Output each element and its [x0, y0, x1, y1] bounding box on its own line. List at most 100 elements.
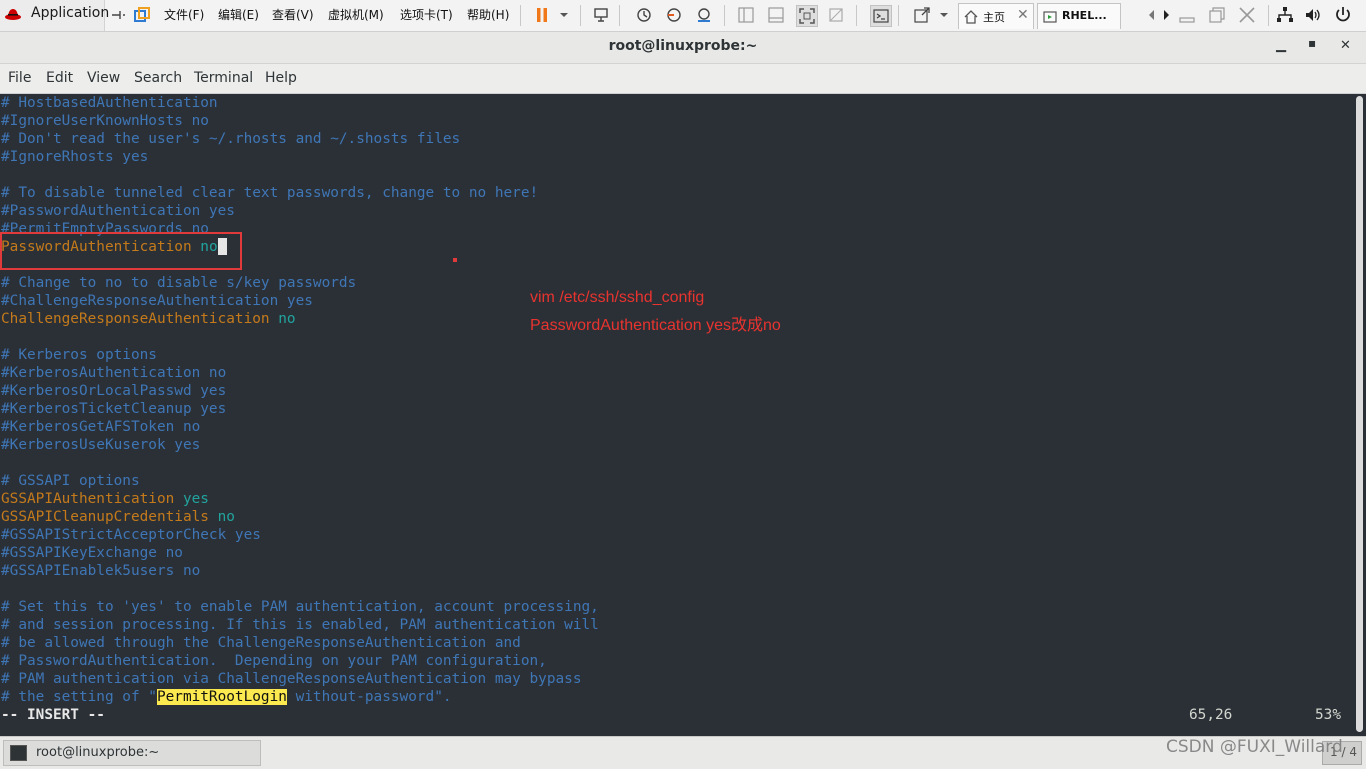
terminal-icon	[10, 745, 27, 761]
terminal-area[interactable]: # the setting of "PermitRootLogin withou…	[0, 94, 1354, 734]
comment-line: #KerberosTicketCleanup yes	[1, 401, 227, 417]
comment-line: #GSSAPIEnablek5users no	[1, 563, 201, 579]
vm-menu-file[interactable]: 文件(F)	[164, 6, 204, 23]
tab-rhel[interactable]: RHEL...	[1037, 3, 1121, 29]
thumbnail-view-icon[interactable]	[766, 5, 786, 25]
pin-icon[interactable]	[108, 5, 128, 25]
unity-mode-icon[interactable]	[826, 5, 846, 25]
full-screen-icon[interactable]	[796, 5, 818, 27]
comment-line: # HostbasedAuthentication	[1, 95, 218, 111]
separator	[619, 5, 620, 26]
comment-line: #PasswordAuthentication yes	[1, 203, 235, 219]
separator	[898, 5, 899, 26]
scrollbar-thumb[interactable]	[1356, 96, 1363, 732]
taskbar-item-label: root@linuxprobe:~	[36, 745, 160, 760]
vmware-logo-icon[interactable]	[132, 5, 152, 25]
window-title: root@linuxprobe:~	[608, 38, 758, 54]
sidebar-view-icon[interactable]	[736, 5, 756, 25]
comment-line: #ChallengeResponseAuthentication yes	[1, 293, 313, 309]
window-maximize-button[interactable]: ▪	[1308, 36, 1316, 50]
comment-line: # Don't read the user's ~/.rhosts and ~/…	[1, 131, 461, 147]
annotation-command: vim /etc/ssh/sshd_config	[530, 289, 705, 306]
comment-line: # PasswordAuthentication. Depending on y…	[1, 653, 547, 669]
comment-line: # be allowed through the ChallengeRespon…	[1, 635, 521, 651]
menu-view[interactable]: View	[87, 70, 120, 86]
volume-icon[interactable]	[1303, 5, 1323, 25]
comment-line: #GSSAPIStrictAcceptorCheck yes	[1, 527, 261, 543]
snapshot-manager-icon[interactable]	[694, 5, 714, 25]
vm-menu-vm[interactable]: 虚拟机(M)	[328, 6, 384, 23]
comment-line: #IgnoreUserKnownHosts no	[1, 113, 209, 129]
taskbar-item-terminal[interactable]: root@linuxprobe:~	[3, 740, 261, 766]
home-icon	[964, 9, 978, 28]
comment-text: without-password".	[286, 689, 452, 705]
revert-snapshot-icon[interactable]	[664, 5, 684, 25]
comment-line: # and session processing. If this is ena…	[1, 617, 599, 633]
config-value: no	[217, 509, 235, 525]
minimize-icon[interactable]	[1177, 5, 1197, 25]
vm-icon	[1043, 9, 1057, 28]
tab-home-label: 主页	[983, 11, 1005, 24]
window-titlebar[interactable]: root@linuxprobe:~ ▁ ▪ ✕	[0, 32, 1366, 64]
comment-line: #KerberosAuthentication no	[1, 365, 227, 381]
comment-line: # Set this to 'yes' to enable PAM authen…	[1, 599, 599, 615]
terminal-menubar: File Edit View Search Terminal Help	[0, 64, 1366, 94]
comment-line: # the setting of "PermitRootLogin withou…	[1, 688, 452, 706]
tab-home[interactable]: 主页 ✕	[958, 3, 1034, 29]
menu-edit[interactable]: Edit	[46, 70, 73, 86]
config-value: yes	[182, 491, 209, 507]
snapshot-icon[interactable]	[634, 5, 654, 25]
annotation-dot	[453, 258, 457, 262]
annotation-instruction: PasswordAuthentication yes改成no	[530, 317, 781, 334]
gnome-bottom-panel: root@linuxprobe:~ 1 / 4	[0, 736, 1366, 769]
comment-line: #GSSAPIKeyExchange no	[1, 545, 183, 561]
send-ctrl-alt-del-icon[interactable]	[591, 5, 611, 25]
menu-file[interactable]: File	[8, 70, 31, 86]
console-view-icon[interactable]	[870, 5, 892, 27]
tab-rhel-label: RHEL...	[1062, 9, 1107, 22]
chevron-down-icon[interactable]	[554, 5, 574, 25]
chevron-down-icon[interactable]	[934, 5, 954, 25]
vm-menu-help[interactable]: 帮助(H)	[467, 6, 509, 23]
comment-line: #IgnoreRhosts yes	[1, 149, 149, 165]
network-icon[interactable]	[1275, 5, 1295, 25]
stretch-guest-icon[interactable]	[912, 5, 932, 25]
menu-search[interactable]: Search	[134, 70, 182, 86]
restore-icon[interactable]	[1207, 5, 1227, 25]
scroll-percent: 53%	[1315, 707, 1341, 723]
vm-menu-edit[interactable]: 编辑(E)	[218, 6, 259, 23]
separator	[856, 5, 857, 26]
close-icon[interactable]: ✕	[1017, 7, 1029, 23]
applications-label: Application	[31, 5, 110, 21]
window-minimize-button[interactable]: ▁	[1276, 38, 1286, 53]
cursor-position: 65,26	[1189, 707, 1233, 723]
comment-line: #KerberosUseKuserok yes	[1, 437, 201, 453]
menu-terminal[interactable]: Terminal	[194, 70, 253, 86]
pause-icon[interactable]	[532, 5, 552, 25]
comment-line: # GSSAPI options	[1, 473, 140, 489]
vm-toolbar: 文件(F) 编辑(E) 查看(V) 虚拟机(M) 选项卡(T) 帮助(H) 主页…	[106, 0, 1366, 31]
red-hat-logo-icon	[5, 9, 21, 20]
menu-help[interactable]: Help	[265, 70, 297, 86]
comment-line: #KerberosOrLocalPasswd yes	[1, 383, 227, 399]
window-close-button[interactable]: ✕	[1340, 38, 1351, 53]
config-key: GSSAPICleanupCredentials	[1, 509, 209, 525]
search-highlight: PermitRootLogin	[156, 689, 287, 705]
highlight-box	[0, 232, 242, 270]
vm-menu-tabs[interactable]: 选项卡(T)	[400, 6, 453, 23]
separator	[724, 5, 725, 26]
separator	[520, 5, 521, 26]
separator	[580, 5, 581, 26]
comment-line: # To disable tunneled clear text passwor…	[1, 185, 539, 201]
applications-menu-button[interactable]: Application	[0, 0, 109, 31]
config-line: GSSAPIAuthentication yes	[1, 490, 209, 508]
vmware-toolbar: Application 文件(F) 编辑(E) 查看(V) 虚拟机(M) 选项卡…	[0, 0, 1366, 32]
close-icon[interactable]	[1237, 5, 1257, 25]
vm-menu-view[interactable]: 查看(V)	[272, 6, 314, 23]
terminal-scrollbar[interactable]	[1354, 94, 1366, 734]
comment-text: # the setting of "	[1, 689, 157, 705]
power-icon[interactable]	[1333, 5, 1353, 25]
comment-line: # Change to no to disable s/key password…	[1, 275, 357, 291]
vim-mode-indicator: -- INSERT --	[1, 707, 105, 723]
chevron-right-icon[interactable]	[1156, 5, 1176, 25]
